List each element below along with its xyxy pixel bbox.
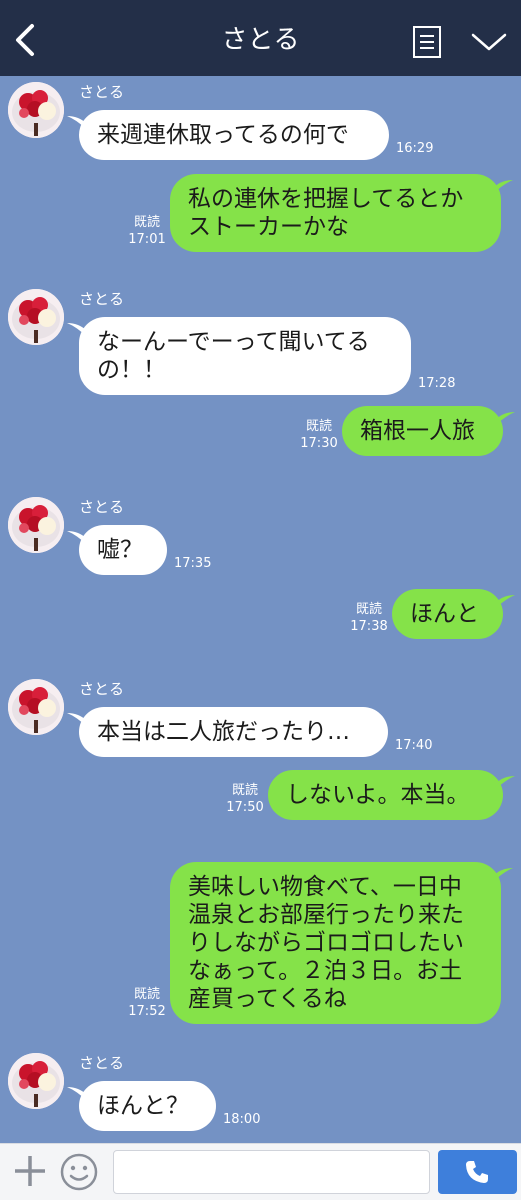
message-meta: 既読 17:52 <box>128 986 166 1020</box>
avatar[interactable] <box>8 497 64 553</box>
sender-name: さとる <box>79 1054 125 1072</box>
message-time: 18:00 <box>223 1112 261 1127</box>
message-meta: 既読 17:30 <box>300 418 338 452</box>
incoming-message-bubble[interactable]: ほんと？ <box>79 1081 216 1131</box>
message-time: 17:52 <box>128 1004 166 1019</box>
outgoing-message-bubble[interactable]: ほんと <box>392 589 503 639</box>
sender-name: さとる <box>79 83 125 101</box>
avatar[interactable] <box>8 82 64 138</box>
message-time: 17:30 <box>300 436 338 451</box>
read-receipt: 既読 <box>133 987 160 1002</box>
read-receipt: 既読 <box>305 419 332 434</box>
sender-name: さとる <box>79 498 125 516</box>
chat-title: さとる <box>221 25 300 55</box>
outgoing-message-bubble[interactable]: 箱根一人旅 <box>342 406 503 456</box>
message-time: 17:28 <box>418 376 456 391</box>
avatar[interactable] <box>8 289 64 345</box>
plus-icon[interactable] <box>12 1153 48 1189</box>
message-meta: 18:00 <box>223 1111 260 1128</box>
read-receipt: 既読 <box>355 602 382 617</box>
outgoing-message-bubble[interactable]: 私の連休を把握してるとか ストーカーかな <box>170 174 501 252</box>
message-time: 17:35 <box>174 556 212 571</box>
phone-icon <box>466 1161 488 1183</box>
sender-name: さとる <box>79 680 125 698</box>
read-receipt: 既読 <box>231 783 258 798</box>
message-meta: 16:29 <box>396 140 433 157</box>
chevron-down-icon[interactable] <box>470 30 508 54</box>
smiley-icon[interactable] <box>59 1152 99 1192</box>
message-meta: 既読 17:01 <box>128 214 166 248</box>
input-bar <box>0 1143 521 1200</box>
sender-name: さとる <box>79 290 125 308</box>
incoming-message-bubble[interactable]: 嘘？ <box>79 525 167 575</box>
message-time: 17:01 <box>128 232 166 247</box>
message-time: 17:38 <box>350 619 388 634</box>
outgoing-message-bubble[interactable]: 美味しい物食べて、一日中 温泉とお部屋行ったり来た りしながらゴロゴロしたい な… <box>170 862 501 1024</box>
avatar[interactable] <box>8 679 64 735</box>
message-time: 16:29 <box>396 141 434 156</box>
message-meta: 既読 17:50 <box>226 782 264 816</box>
incoming-message-bubble[interactable]: 来週連休取ってるの何で <box>79 110 389 160</box>
memo-icon[interactable] <box>412 25 442 59</box>
message-input[interactable] <box>113 1150 430 1194</box>
chat-header: さとる <box>0 0 521 76</box>
message-time: 17:50 <box>226 800 264 815</box>
incoming-message-bubble[interactable]: 本当は二人旅だったり… <box>79 707 388 757</box>
read-receipt: 既読 <box>133 215 160 230</box>
message-time: 17:40 <box>395 738 433 753</box>
outgoing-message-bubble[interactable]: しないよ。本当。 <box>268 770 503 820</box>
message-meta: 17:28 <box>418 375 455 392</box>
message-meta: 既読 17:38 <box>350 601 388 635</box>
message-meta: 17:35 <box>174 555 211 572</box>
message-meta: 17:40 <box>395 737 432 754</box>
call-button[interactable] <box>438 1150 517 1194</box>
incoming-message-bubble[interactable]: なーんーでーって聞いてる の！！ <box>79 317 411 395</box>
avatar[interactable] <box>8 1053 64 1109</box>
